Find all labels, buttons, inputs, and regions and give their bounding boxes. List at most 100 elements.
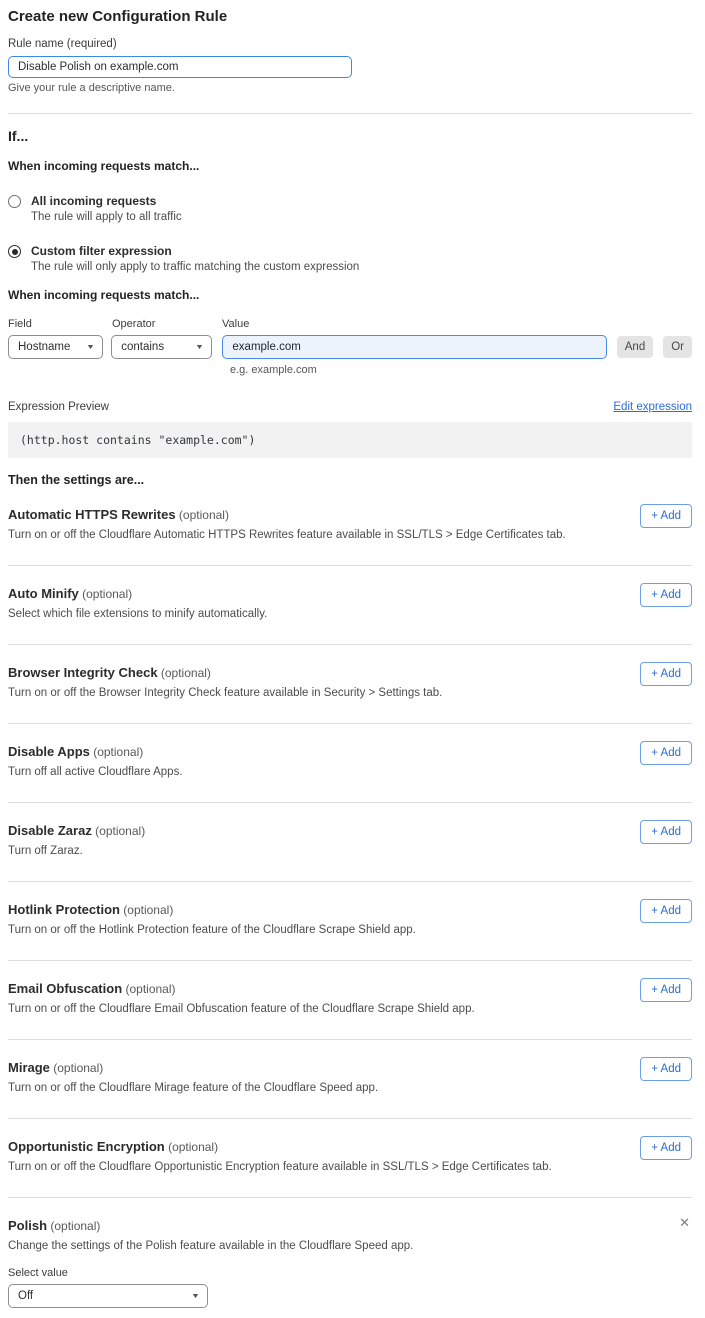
operator-select-value: contains	[121, 341, 164, 353]
setting-title-line: Hotlink Protection (optional)	[8, 902, 692, 917]
radio-all-incoming-label[interactable]: All incoming requests	[31, 194, 182, 208]
setting-optional-label: (optional)	[92, 824, 145, 838]
setting-title-line: Email Obfuscation (optional)	[8, 981, 692, 996]
builder-labels-row: Field Operator Value	[8, 318, 692, 330]
setting-description: Turn on or off the Cloudflare Mirage fea…	[8, 1082, 692, 1094]
setting-row: Email Obfuscation (optional) + Add Turn …	[8, 961, 692, 1040]
polish-value-select[interactable]: Off ▼	[8, 1284, 208, 1308]
setting-title-line: Automatic HTTPS Rewrites (optional)	[8, 507, 692, 522]
setting-row: Hotlink Protection (optional) + Add Turn…	[8, 882, 692, 961]
settings-list: Automatic HTTPS Rewrites (optional) + Ad…	[8, 487, 692, 1198]
add-setting-button[interactable]: + Add	[640, 899, 692, 923]
edit-expression-link[interactable]: Edit expression	[613, 401, 692, 413]
chevron-down-icon: ▼	[86, 344, 95, 351]
setting-description: Turn on or off the Cloudflare Email Obfu…	[8, 1003, 692, 1015]
if-heading: If...	[8, 128, 692, 144]
setting-title-line: Polish (optional)	[8, 1218, 692, 1233]
setting-description: Select which file extensions to minify a…	[8, 608, 692, 620]
radio-text: All incoming requests The rule will appl…	[31, 194, 182, 223]
add-setting-button[interactable]: + Add	[640, 978, 692, 1002]
polish-select-value: Off	[18, 1290, 33, 1302]
add-setting-button[interactable]: + Add	[640, 1136, 692, 1160]
setting-title: Polish	[8, 1218, 47, 1233]
setting-optional-label: (optional)	[122, 982, 175, 996]
field-label: Field	[8, 318, 112, 330]
setting-title: Disable Zaraz	[8, 823, 92, 838]
setting-row: Disable Zaraz (optional) + Add Turn off …	[8, 803, 692, 882]
setting-description: Turn on or off the Hotlink Protection fe…	[8, 924, 692, 936]
add-setting-button[interactable]: + Add	[640, 1057, 692, 1081]
close-icon[interactable]: ✕	[679, 1216, 690, 1229]
rule-name-input[interactable]	[8, 56, 352, 78]
radio-text: Custom filter expression The rule will o…	[31, 244, 359, 273]
radio-all-incoming-requests[interactable]	[8, 195, 21, 208]
setting-description: Change the settings of the Polish featur…	[8, 1240, 692, 1252]
value-input[interactable]	[222, 335, 606, 359]
setting-title: Opportunistic Encryption	[8, 1139, 165, 1154]
setting-row: Mirage (optional) + Add Turn on or off t…	[8, 1040, 692, 1119]
field-select[interactable]: Hostname ▼	[8, 335, 103, 359]
expression-preview-label: Expression Preview	[8, 401, 109, 413]
radio-row-all-incoming: All incoming requests The rule will appl…	[8, 194, 692, 223]
radio-custom-filter-expression[interactable]	[8, 245, 21, 258]
chevron-down-icon: ▼	[191, 1293, 200, 1300]
setting-optional-label: (optional)	[165, 1140, 218, 1154]
setting-row: Automatic HTTPS Rewrites (optional) + Ad…	[8, 487, 692, 566]
add-setting-button[interactable]: + Add	[640, 583, 692, 607]
value-label: Value	[222, 318, 249, 330]
operator-label: Operator	[112, 318, 222, 330]
setting-row: Browser Integrity Check (optional) + Add…	[8, 645, 692, 724]
setting-title-line: Disable Apps (optional)	[8, 744, 692, 759]
add-setting-button[interactable]: + Add	[640, 820, 692, 844]
setting-optional-label: (optional)	[50, 1061, 103, 1075]
expression-builder-heading: When incoming requests match...	[8, 288, 692, 302]
polish-select-label: Select value	[8, 1267, 692, 1279]
then-settings-heading: Then the settings are...	[8, 473, 692, 487]
setting-title: Mirage	[8, 1060, 50, 1075]
setting-title-line: Browser Integrity Check (optional)	[8, 665, 692, 680]
chevron-down-icon: ▼	[195, 344, 204, 351]
setting-title-line: Auto Minify (optional)	[8, 586, 692, 601]
and-button[interactable]: And	[617, 336, 653, 358]
setting-row: Disable Apps (optional) + Add Turn off a…	[8, 724, 692, 803]
radio-row-custom-filter: Custom filter expression The rule will o…	[8, 244, 692, 273]
add-setting-button[interactable]: + Add	[640, 741, 692, 765]
radio-custom-filter-description: The rule will only apply to traffic matc…	[31, 261, 359, 273]
setting-row: Auto Minify (optional) + Add Select whic…	[8, 566, 692, 645]
setting-title: Disable Apps	[8, 744, 90, 759]
expression-preview-code: (http.host contains "example.com")	[8, 422, 692, 458]
setting-title: Auto Minify	[8, 586, 79, 601]
setting-optional-label: (optional)	[158, 666, 211, 680]
add-setting-button[interactable]: + Add	[640, 662, 692, 686]
expression-preview-row: Expression Preview Edit expression	[8, 401, 692, 413]
setting-title-line: Disable Zaraz (optional)	[8, 823, 692, 838]
setting-title: Hotlink Protection	[8, 902, 120, 917]
setting-description: Turn on or off the Browser Integrity Che…	[8, 687, 692, 699]
setting-optional-label: (optional)	[176, 508, 229, 522]
add-setting-button[interactable]: + Add	[640, 504, 692, 528]
operator-select[interactable]: contains ▼	[111, 335, 212, 359]
setting-title-line: Mirage (optional)	[8, 1060, 692, 1075]
create-configuration-rule-page: Create new Configuration Rule Rule name …	[0, 0, 705, 1318]
setting-optional-label: (optional)	[90, 745, 143, 759]
section-divider	[8, 113, 692, 114]
setting-description: Turn on or off the Cloudflare Opportunis…	[8, 1161, 692, 1173]
radio-all-incoming-description: The rule will apply to all traffic	[31, 211, 182, 223]
setting-description: Turn on or off the Cloudflare Automatic …	[8, 529, 692, 541]
radio-custom-filter-label[interactable]: Custom filter expression	[31, 244, 359, 258]
rule-name-label: Rule name (required)	[8, 38, 692, 50]
setting-description: Turn off Zaraz.	[8, 845, 692, 857]
setting-title: Browser Integrity Check	[8, 665, 158, 680]
field-select-value: Hostname	[18, 341, 70, 353]
or-button[interactable]: Or	[663, 336, 692, 358]
setting-row-polish: Polish (optional) ✕ Change the settings …	[8, 1198, 692, 1308]
setting-description: Turn off all active Cloudflare Apps.	[8, 766, 692, 778]
rule-name-helper: Give your rule a descriptive name.	[8, 82, 692, 94]
setting-optional-label: (optional)	[120, 903, 173, 917]
setting-title: Email Obfuscation	[8, 981, 122, 996]
setting-title: Automatic HTTPS Rewrites	[8, 507, 176, 522]
match-type-heading: When incoming requests match...	[8, 159, 692, 173]
setting-optional-label: (optional)	[79, 587, 132, 601]
expression-builder-row: Hostname ▼ contains ▼ And Or	[8, 335, 692, 359]
setting-optional-label: (optional)	[47, 1219, 100, 1233]
